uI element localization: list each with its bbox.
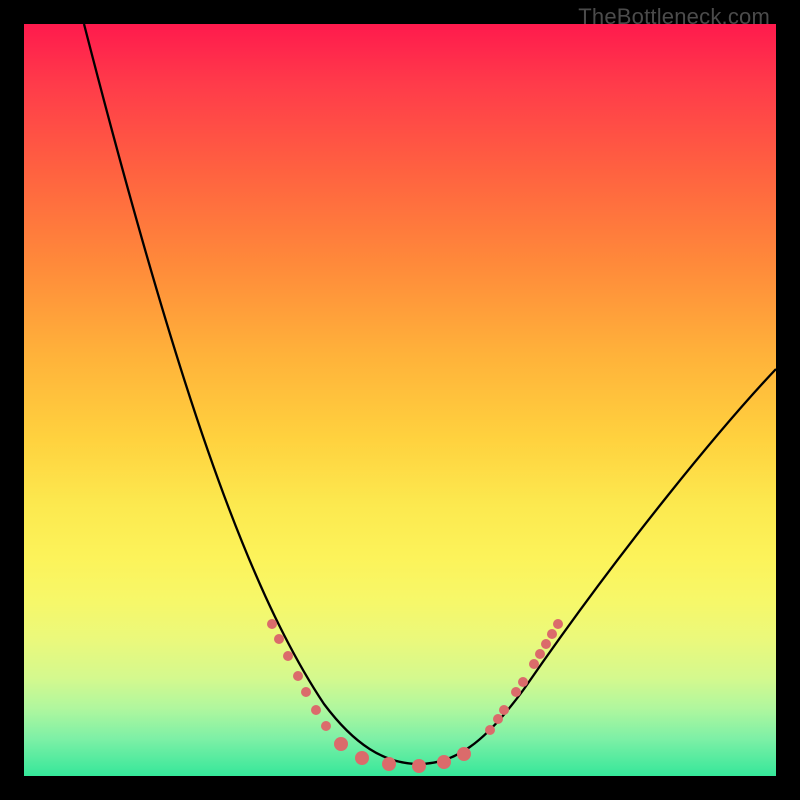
curve-marker <box>293 671 303 681</box>
curve-marker <box>334 737 348 751</box>
curve-marker <box>355 751 369 765</box>
curve-marker <box>321 721 331 731</box>
curve-marker <box>457 747 471 761</box>
curve-marker <box>553 619 563 629</box>
curve-marker <box>412 759 426 773</box>
curve-marker <box>499 705 509 715</box>
curve-marker <box>493 714 503 724</box>
bottleneck-curve-path <box>84 24 776 764</box>
curve-marker <box>301 687 311 697</box>
curve-marker <box>547 629 557 639</box>
curve-marker <box>529 659 539 669</box>
curve-marker <box>283 651 293 661</box>
curve-marker <box>535 649 545 659</box>
curve-marker <box>274 634 284 644</box>
curve-marker <box>511 687 521 697</box>
chart-plot-area <box>24 24 776 776</box>
curve-marker <box>485 725 495 735</box>
curve-marker <box>267 619 277 629</box>
curve-marker <box>437 755 451 769</box>
curve-marker <box>311 705 321 715</box>
curve-markers-group <box>267 619 563 773</box>
bottleneck-curve-svg <box>24 24 776 776</box>
curve-marker <box>382 757 396 771</box>
curve-marker <box>518 677 528 687</box>
watermark-text: TheBottleneck.com <box>578 4 770 30</box>
curve-marker <box>541 639 551 649</box>
